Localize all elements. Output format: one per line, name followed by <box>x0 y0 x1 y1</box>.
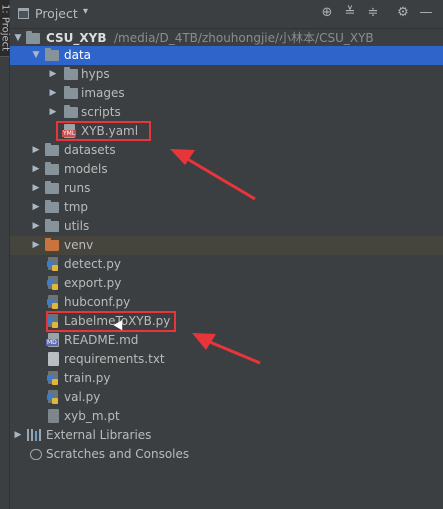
project-tool-tab[interactable]: 1: Project <box>0 0 11 57</box>
tree-item-label: images <box>81 86 125 100</box>
tree-item-label: hyps <box>81 67 110 81</box>
collapse-arrow-icon[interactable]: ▶ <box>31 141 41 160</box>
tree-item-detect-py[interactable]: detect.py <box>10 255 443 274</box>
tree-item-val-py[interactable]: val.py <box>10 388 443 407</box>
collapse-arrow-icon[interactable]: ▶ <box>31 179 41 198</box>
project-tool-tab-label: 1: Project <box>0 3 11 52</box>
tree-item-label: hubconf.py <box>64 295 131 309</box>
collapse-arrow-icon[interactable]: ▶ <box>48 65 58 84</box>
tree-item-xyb-m-pt[interactable]: xyb_m.pt <box>10 407 443 426</box>
tree-item-label: val.py <box>64 390 101 404</box>
tree-item-label: detect.py <box>64 257 121 271</box>
python-file-icon <box>47 295 60 310</box>
tree-item-runs[interactable]: ▶ runs <box>10 179 443 198</box>
collapse-arrow-icon[interactable]: ▶ <box>13 426 23 445</box>
python-file-icon <box>47 257 60 272</box>
tree-item-data[interactable]: ▼ data <box>10 46 443 65</box>
folder-icon <box>45 162 59 175</box>
tree-item-train-py[interactable]: train.py <box>10 369 443 388</box>
tree-item-scripts[interactable]: ▶ scripts <box>10 103 443 122</box>
project-window-icon <box>18 8 29 19</box>
expand-arrow-icon[interactable]: ▼ <box>31 46 41 65</box>
tree-item-venv[interactable]: ▶ venv <box>10 236 443 255</box>
tree-item-label: utils <box>64 219 90 233</box>
collapse-arrow-icon[interactable]: ▶ <box>31 198 41 217</box>
tree-item-requirements-txt[interactable]: requirements.txt <box>10 350 443 369</box>
tree-item-label: External Libraries <box>46 428 152 442</box>
folder-icon <box>45 48 59 61</box>
tree-item-label: datasets <box>64 143 116 157</box>
tree-item-label: xyb_m.pt <box>64 409 120 423</box>
annotation-box-xyb-yaml <box>56 121 151 141</box>
tree-item-label: requirements.txt <box>64 352 165 366</box>
python-file-icon <box>47 276 60 291</box>
collapse-arrow-icon[interactable]: ▶ <box>31 217 41 236</box>
expand-all-icon[interactable]: ≚ <box>342 5 358 21</box>
tree-item-datasets[interactable]: ▶ datasets <box>10 141 443 160</box>
markdown-file-icon: MD <box>46 333 59 347</box>
tree-item-utils[interactable]: ▶ utils <box>10 217 443 236</box>
tree-item-label: train.py <box>64 371 111 385</box>
folder-icon <box>45 181 59 194</box>
folder-icon <box>64 105 78 118</box>
collapse-arrow-icon[interactable]: ▶ <box>48 84 58 103</box>
tree-item-readme-md[interactable]: MD README.md <box>10 331 443 350</box>
excluded-folder-icon <box>45 238 59 251</box>
tree-item-export-py[interactable]: export.py <box>10 274 443 293</box>
tree-item-label: venv <box>64 238 94 252</box>
project-header: Project ▾ ⊕ ≚ ≑ ⚙ — <box>10 0 443 29</box>
tree-item-models[interactable]: ▶ models <box>10 160 443 179</box>
tree-item-hubconf-py[interactable]: hubconf.py <box>10 293 443 312</box>
annotation-box-labelmetoxyb <box>46 311 176 332</box>
tree-item-label: scripts <box>81 105 121 119</box>
python-file-icon <box>47 371 60 386</box>
tree-item-label: tmp <box>64 200 89 214</box>
folder-icon <box>64 86 78 99</box>
folder-icon <box>64 67 78 80</box>
folder-icon <box>26 31 40 44</box>
project-tree[interactable]: ▼ CSU_XYB /media/D_4TB/zhouhongjie/小林本/C… <box>10 29 443 509</box>
text-file-icon <box>48 352 59 366</box>
hide-icon[interactable]: — <box>418 5 434 21</box>
library-icon <box>27 429 41 441</box>
folder-icon <box>45 143 59 156</box>
tree-item-label: Scratches and Consoles <box>46 447 190 461</box>
crosshair-icon[interactable]: ⊕ <box>319 5 335 21</box>
collapse-arrow-icon[interactable]: ▶ <box>31 160 41 179</box>
scratches-icon <box>30 449 42 460</box>
tree-item-label: runs <box>64 181 91 195</box>
collapse-all-icon[interactable]: ≑ <box>365 5 381 21</box>
tree-item-tmp[interactable]: ▶ tmp <box>10 198 443 217</box>
tree-item-hyps[interactable]: ▶ hyps <box>10 65 443 84</box>
tree-item-label: data <box>64 48 92 62</box>
tree-item-external-libraries[interactable]: ▶ External Libraries <box>10 426 443 445</box>
tree-item-label: README.md <box>64 333 139 347</box>
tree-item-label: export.py <box>64 276 122 290</box>
tree-item-images[interactable]: ▶ images <box>10 84 443 103</box>
gear-icon[interactable]: ⚙ <box>395 5 411 21</box>
tree-item-label: models <box>64 162 108 176</box>
collapse-arrow-icon[interactable]: ▶ <box>48 103 58 122</box>
python-file-icon <box>47 390 60 405</box>
side-tool-strip: 1: Project <box>0 0 11 509</box>
project-view-selector[interactable]: Project <box>35 6 78 21</box>
folder-icon <box>45 219 59 232</box>
unknown-file-icon <box>48 409 59 423</box>
folder-icon <box>45 200 59 213</box>
collapse-arrow-icon[interactable]: ▶ <box>31 236 41 255</box>
chevron-down-icon[interactable]: ▾ <box>83 6 88 17</box>
tree-item-scratches[interactable]: Scratches and Consoles <box>10 445 443 464</box>
